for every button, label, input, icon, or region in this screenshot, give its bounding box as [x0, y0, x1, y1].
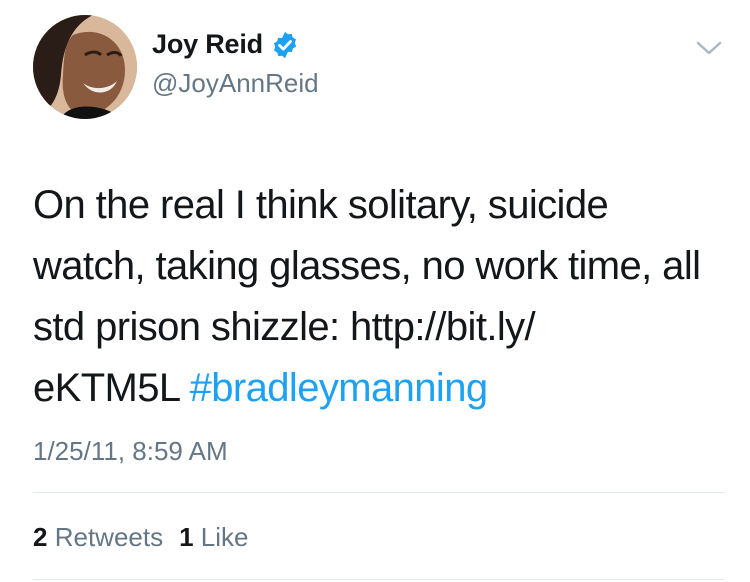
retweets-label: Retweets — [54, 522, 164, 552]
author-name-row[interactable]: Joy Reid — [152, 29, 300, 60]
likes-stat[interactable]: 1 Like — [179, 522, 248, 552]
chevron-down-icon[interactable] — [694, 38, 724, 58]
hashtag-link[interactable]: #bradleymanning — [190, 366, 488, 410]
tweet-text-line: On the real I think solitary, suicide — [33, 183, 609, 227]
retweets-count: 2 — [33, 522, 48, 552]
retweets-stat[interactable]: 2 Retweets — [33, 522, 163, 552]
likes-count: 1 — [179, 522, 194, 552]
likes-label: Like — [200, 522, 249, 552]
tweet-text-line: std prison shizzle: http://bit.ly/ — [33, 297, 733, 358]
verified-badge-icon — [270, 30, 300, 60]
avatar-image — [33, 15, 137, 119]
tweet-text-line: eKTM5L #bradleymanning — [33, 358, 733, 419]
avatar[interactable] — [33, 15, 137, 119]
username-handle[interactable]: @JoyAnnReid — [152, 68, 319, 99]
display-name[interactable]: Joy Reid — [152, 29, 263, 60]
tweet-text-line: watch, taking glasses, no work time, all — [33, 244, 701, 288]
timestamp[interactable]: 1/25/11, 8:59 AM — [33, 436, 228, 467]
divider — [33, 492, 724, 493]
tweet-text: On the real I think solitary, suicide wa… — [33, 175, 733, 419]
tweet-link-continued[interactable]: eKTM5L — [33, 366, 180, 410]
tweet-stats: 2 Retweets 1 Like — [33, 522, 249, 553]
divider — [33, 579, 724, 580]
tweet-link[interactable]: std prison shizzle: http://bit.ly/ — [33, 305, 536, 349]
